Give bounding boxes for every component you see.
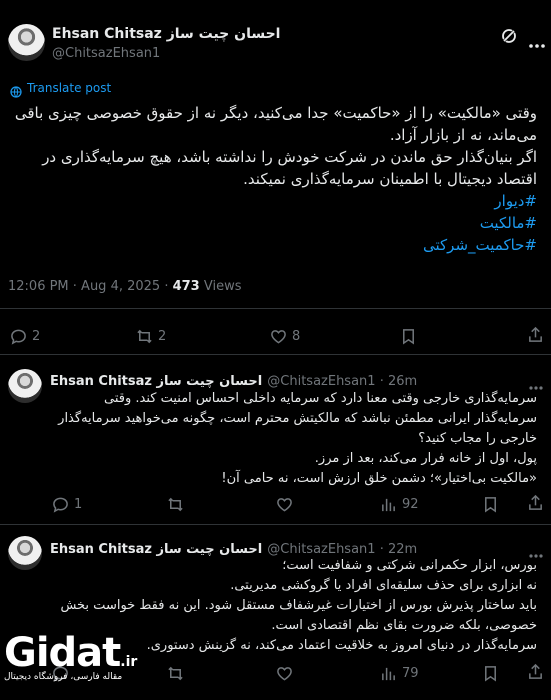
like-icon [277,498,292,512]
like-icon [277,667,292,681]
translate-icon[interactable] [10,83,22,98]
repost-icon [168,497,183,512]
hashtag-link[interactable]: #حاکمیت_شرکتی [8,234,537,256]
bookmark-icon [485,666,496,682]
author-handle[interactable]: @ChitsazEhsan1 · 22m [267,542,417,557]
post-line: می‌ماند، نه از بازار آزاد. [389,126,537,144]
avatar[interactable] [8,24,45,61]
post-line: اگر بنیان‌گذار حق ماندن در شرکت خودش را … [42,148,537,166]
divider [0,524,551,525]
author-handle[interactable]: @ChitsazEhsan1 · 26m [267,374,417,389]
like-button[interactable]: 8 [270,328,300,345]
author-name[interactable]: Ehsan Chitsaz احسان چیت ساز [50,374,262,389]
share-button[interactable] [527,663,544,680]
repost-button[interactable] [167,496,184,513]
like-icon [271,330,286,344]
views-icon [382,498,395,512]
author-name[interactable]: Ehsan Chitsaz احسان چیت ساز [50,542,262,557]
watermark-logo-text: Gidat [4,630,121,676]
views-count: 79 [402,666,419,681]
hashtag-link[interactable]: #دیوار [8,190,537,212]
reply-button[interactable]: 2 [10,328,40,345]
views-count: 473 [172,279,200,294]
more-icon[interactable] [528,544,544,558]
reply-line: «مالکیت بی‌اختیار»؛ دشمن خلق ارزش است، ن… [221,471,537,486]
watermark-tagline: مقاله فارسی، فروشگاه دیجیتال [4,672,123,682]
reply-line: بورس، ابزار حکمرانی شرکتی و شفافیت است؛ [282,558,537,573]
like-button[interactable] [276,496,293,513]
share-button[interactable] [527,326,544,343]
reply-header: Ehsan Chitsaz احسان چیت ساز @ChitsazEhsa… [50,370,417,389]
translate-post-link[interactable]: Translate post [27,81,111,95]
reply-line: نه ابزاری برای حذف سلیقه‌ای افراد یا گرو… [230,578,537,593]
like-button[interactable] [276,665,293,682]
avatar[interactable] [8,369,42,403]
bookmark-button[interactable] [400,328,417,345]
avatar[interactable] [8,536,42,570]
watermark: Gidat.ir مقاله فارسی، فروشگاه دیجیتال [4,630,174,698]
repost-count: 2 [158,329,167,344]
reply-text: سرمایه‌گذاری خارجی وقتی معنا دارد که سرم… [50,389,537,489]
reply-line: پول، اول از خانه فرار می‌کند، بعد از مرز… [314,451,537,466]
post-timestamp[interactable]: 12:06 PM · Aug 4, 2025 · [8,279,173,294]
more-icon[interactable] [528,376,544,390]
repost-button[interactable]: 2 [136,328,166,345]
views-label: Views [199,279,242,294]
grok-icon[interactable] [500,27,518,45]
bookmark-icon [403,329,414,345]
views-icon [382,667,395,681]
reply-header: Ehsan Chitsaz احسان چیت ساز @ChitsazEhsa… [50,538,417,557]
views-button[interactable]: 92 [380,496,419,513]
reply-button[interactable]: 1 [52,496,82,513]
reply-icon [11,329,26,345]
views-count: 92 [402,497,419,512]
reply-count: 2 [32,329,41,344]
divider [0,308,551,309]
bookmark-icon [485,497,496,513]
post-line: اقتصاد دیجیتال با اطمینان سرمایه‌گذاری ن… [243,170,537,188]
more-icon[interactable] [528,34,546,48]
watermark-suffix: .ir [120,654,138,670]
share-icon [529,326,542,342]
reply-icon [53,497,68,513]
reply-line: باید ساختار پذیرش بورس از اختیارات غیرشف… [60,598,537,613]
repost-icon [137,329,152,344]
reply-line: سرمایه‌گذاری خارجی وقتی معنا دارد که سرم… [104,391,537,406]
author-name[interactable]: Ehsan Chitsaz احسان چیت ساز [52,26,281,42]
post-line: وقتی «مالکیت» را از «حاکمیت» جدا می‌کنید… [14,104,537,122]
post-meta: 12:06 PM · Aug 4, 2025 · 473 Views [8,279,242,294]
like-count: 8 [292,329,301,344]
share-button[interactable] [527,494,544,511]
share-icon [529,494,542,510]
reply-line: خارجی را مجاب کنید؟ [418,431,537,446]
hashtag-link[interactable]: #مالکیت [8,212,537,234]
author-handle[interactable]: @ChitsazEhsan1 [52,46,160,61]
bookmark-button[interactable] [482,496,499,513]
post-text: وقتی «مالکیت» را از «حاکمیت» جدا می‌کنید… [8,102,537,256]
divider [0,354,551,355]
share-icon [529,663,542,679]
reply-line: سرمایه‌گذار ایرانی مطمئن نباشد که مالکیت… [58,411,537,426]
reply-count: 1 [74,497,83,512]
views-button[interactable]: 79 [380,665,419,682]
watermark-logo: Gidat.ir [4,630,174,676]
bookmark-button[interactable] [482,665,499,682]
